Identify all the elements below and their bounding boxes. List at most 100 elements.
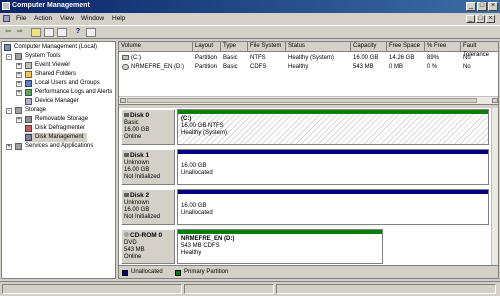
disk-type: Unknown bbox=[124, 200, 150, 206]
properties-icon[interactable] bbox=[57, 28, 67, 37]
performance-icon bbox=[25, 89, 32, 96]
cell-fault-tolerance: No bbox=[463, 55, 471, 61]
disk-name: Disk 2 bbox=[130, 192, 150, 199]
cell-volume: (C:) bbox=[131, 55, 141, 61]
menu-help[interactable]: Help bbox=[112, 15, 125, 22]
cell-type: Basic bbox=[223, 64, 238, 70]
details-pane: Volume Layout Type File System Status Ca… bbox=[118, 41, 499, 279]
back-arrow-icon[interactable]: ⇦ bbox=[3, 28, 13, 37]
status-panel bbox=[276, 284, 496, 294]
cell-layout: Partition bbox=[195, 55, 218, 61]
help-icon[interactable]: ? bbox=[73, 28, 83, 37]
scroll-thumb[interactable] bbox=[127, 98, 477, 103]
console-icon[interactable] bbox=[3, 15, 10, 22]
menu-action[interactable]: Action bbox=[34, 15, 52, 22]
disk-row[interactable]: Disk 1 Unknown 16.00 GB Not Initialized … bbox=[121, 149, 489, 185]
column-header-free-space[interactable]: Free Space bbox=[387, 42, 425, 51]
table-row[interactable]: (C:) Partition Basic NTFS Healthy (Syste… bbox=[119, 54, 498, 63]
expand-icon[interactable]: + bbox=[16, 90, 22, 96]
computer-icon bbox=[4, 44, 11, 51]
column-header-file-system[interactable]: File System bbox=[248, 42, 286, 51]
tree-label: Computer Management (Local) bbox=[14, 44, 98, 50]
legend: Unallocated Primary Partition bbox=[119, 265, 498, 278]
column-header-capacity[interactable]: Capacity bbox=[351, 42, 387, 51]
child-restore-button[interactable]: □ bbox=[476, 15, 485, 23]
console-tree: Computer Management (Local) - System Too… bbox=[1, 41, 116, 279]
export-list-icon[interactable] bbox=[86, 28, 96, 37]
expand-icon[interactable]: + bbox=[16, 72, 22, 78]
tree-label: Removable Storage bbox=[35, 116, 89, 122]
horizontal-scrollbar[interactable] bbox=[119, 96, 498, 104]
expand-icon[interactable]: + bbox=[16, 81, 22, 87]
disk-status: Not Initialized bbox=[124, 174, 161, 180]
tree-label: Services and Applications bbox=[25, 143, 94, 149]
tree-item-disk-management[interactable]: Disk Management bbox=[25, 133, 87, 142]
column-header-percent-free[interactable]: % Free bbox=[425, 42, 461, 51]
partition-name: NRMEFRE_EN (D:) bbox=[181, 236, 235, 242]
partition-block[interactable]: 16.00 GB Unallocated bbox=[177, 189, 489, 225]
disk-row[interactable]: Disk 2 Unknown 16.00 GB Not Initialized … bbox=[121, 189, 489, 225]
disk-name: Disk 0 bbox=[130, 112, 150, 119]
column-header-fault-tolerance[interactable]: Fault Tolerance bbox=[461, 42, 498, 58]
partition-status: Healthy bbox=[181, 250, 202, 256]
minimize-button[interactable]: _ bbox=[466, 2, 476, 11]
column-header-layout[interactable]: Layout bbox=[193, 42, 221, 51]
disk-row[interactable]: CD-ROM 0 DVD 543 MB Online NRMEFRE_EN (D… bbox=[121, 229, 489, 264]
partition-status: Unallocated bbox=[181, 210, 213, 216]
legend-primary-partition: Primary Partition bbox=[184, 269, 229, 275]
expand-icon[interactable]: + bbox=[16, 63, 22, 69]
tree-label: Event Viewer bbox=[35, 62, 71, 68]
close-button[interactable]: × bbox=[488, 2, 498, 11]
disk-icon bbox=[124, 113, 129, 117]
show-hide-tree-icon[interactable] bbox=[44, 28, 54, 37]
cell-free-space: 14.26 GB bbox=[389, 55, 415, 61]
cell-capacity: 543 MB bbox=[353, 64, 374, 70]
cell-capacity: 16.00 GB bbox=[353, 55, 379, 61]
child-minimize-button[interactable]: _ bbox=[466, 15, 475, 23]
scroll-right-icon[interactable] bbox=[492, 98, 498, 103]
disk-row[interactable]: Disk 0 Basic 16.00 GB Online (C:) 16.00 … bbox=[121, 109, 489, 145]
vertical-scrollbar[interactable] bbox=[491, 108, 498, 265]
disk-label[interactable]: Disk 2 Unknown 16.00 GB Not Initialized bbox=[121, 189, 175, 225]
disk-size: 16.00 GB bbox=[124, 207, 150, 213]
cell-status: Healthy (System) bbox=[288, 55, 335, 61]
disk-label[interactable]: CD-ROM 0 DVD 543 MB Online bbox=[121, 229, 175, 264]
partition-block[interactable]: (C:) 16.00 GB NTFS Healthy (System) bbox=[177, 109, 489, 145]
disk-status: Online bbox=[124, 134, 142, 140]
disk-icon bbox=[124, 193, 129, 197]
scroll-left-icon[interactable] bbox=[120, 98, 126, 103]
table-row[interactable]: NRMEFRE_EN (D:) Partition Basic CDFS Hea… bbox=[119, 63, 498, 72]
disk-label[interactable]: Disk 1 Unknown 16.00 GB Not Initialized bbox=[121, 149, 175, 185]
maximize-button[interactable]: □ bbox=[477, 2, 487, 11]
disk-size: 16.00 GB bbox=[124, 127, 150, 133]
child-close-button[interactable]: × bbox=[486, 15, 495, 23]
menu-view[interactable]: View bbox=[60, 15, 74, 22]
cell-volume: NRMEFRE_EN (D:) bbox=[131, 64, 185, 70]
disk-management-icon bbox=[25, 134, 32, 141]
forward-arrow-icon[interactable]: ⇨ bbox=[15, 28, 25, 37]
menu-file[interactable]: File bbox=[16, 15, 26, 22]
disk-label[interactable]: Disk 0 Basic 16.00 GB Online bbox=[121, 109, 175, 145]
status-panel bbox=[2, 284, 182, 294]
status-bar bbox=[0, 281, 500, 296]
tree-label: Local Users and Groups bbox=[35, 80, 100, 86]
removable-storage-icon bbox=[25, 116, 32, 123]
cell-file-system: CDFS bbox=[250, 64, 267, 70]
legend-unallocated: Unallocated bbox=[131, 269, 163, 275]
column-header-status[interactable]: Status bbox=[286, 42, 351, 51]
expand-icon[interactable]: + bbox=[6, 144, 12, 150]
collapse-icon[interactable]: - bbox=[6, 54, 12, 60]
menu-window[interactable]: Window bbox=[81, 15, 104, 22]
collapse-icon[interactable]: - bbox=[6, 108, 12, 114]
disk-size: 16.00 GB bbox=[124, 167, 150, 173]
partition-block[interactable]: NRMEFRE_EN (D:) 543 MB CDFS Healthy bbox=[177, 229, 383, 264]
column-header-volume[interactable]: Volume bbox=[119, 42, 193, 51]
primary-partition-swatch bbox=[175, 270, 181, 276]
up-folder-icon[interactable] bbox=[31, 28, 41, 37]
column-header-type[interactable]: Type bbox=[221, 42, 248, 51]
disk-name: CD-ROM 0 bbox=[130, 232, 163, 239]
disk-status: Not Initialized bbox=[124, 214, 161, 220]
status-panel bbox=[184, 284, 274, 294]
partition-block[interactable]: 16.00 GB Unallocated bbox=[177, 149, 489, 185]
expand-icon[interactable]: + bbox=[16, 117, 22, 123]
